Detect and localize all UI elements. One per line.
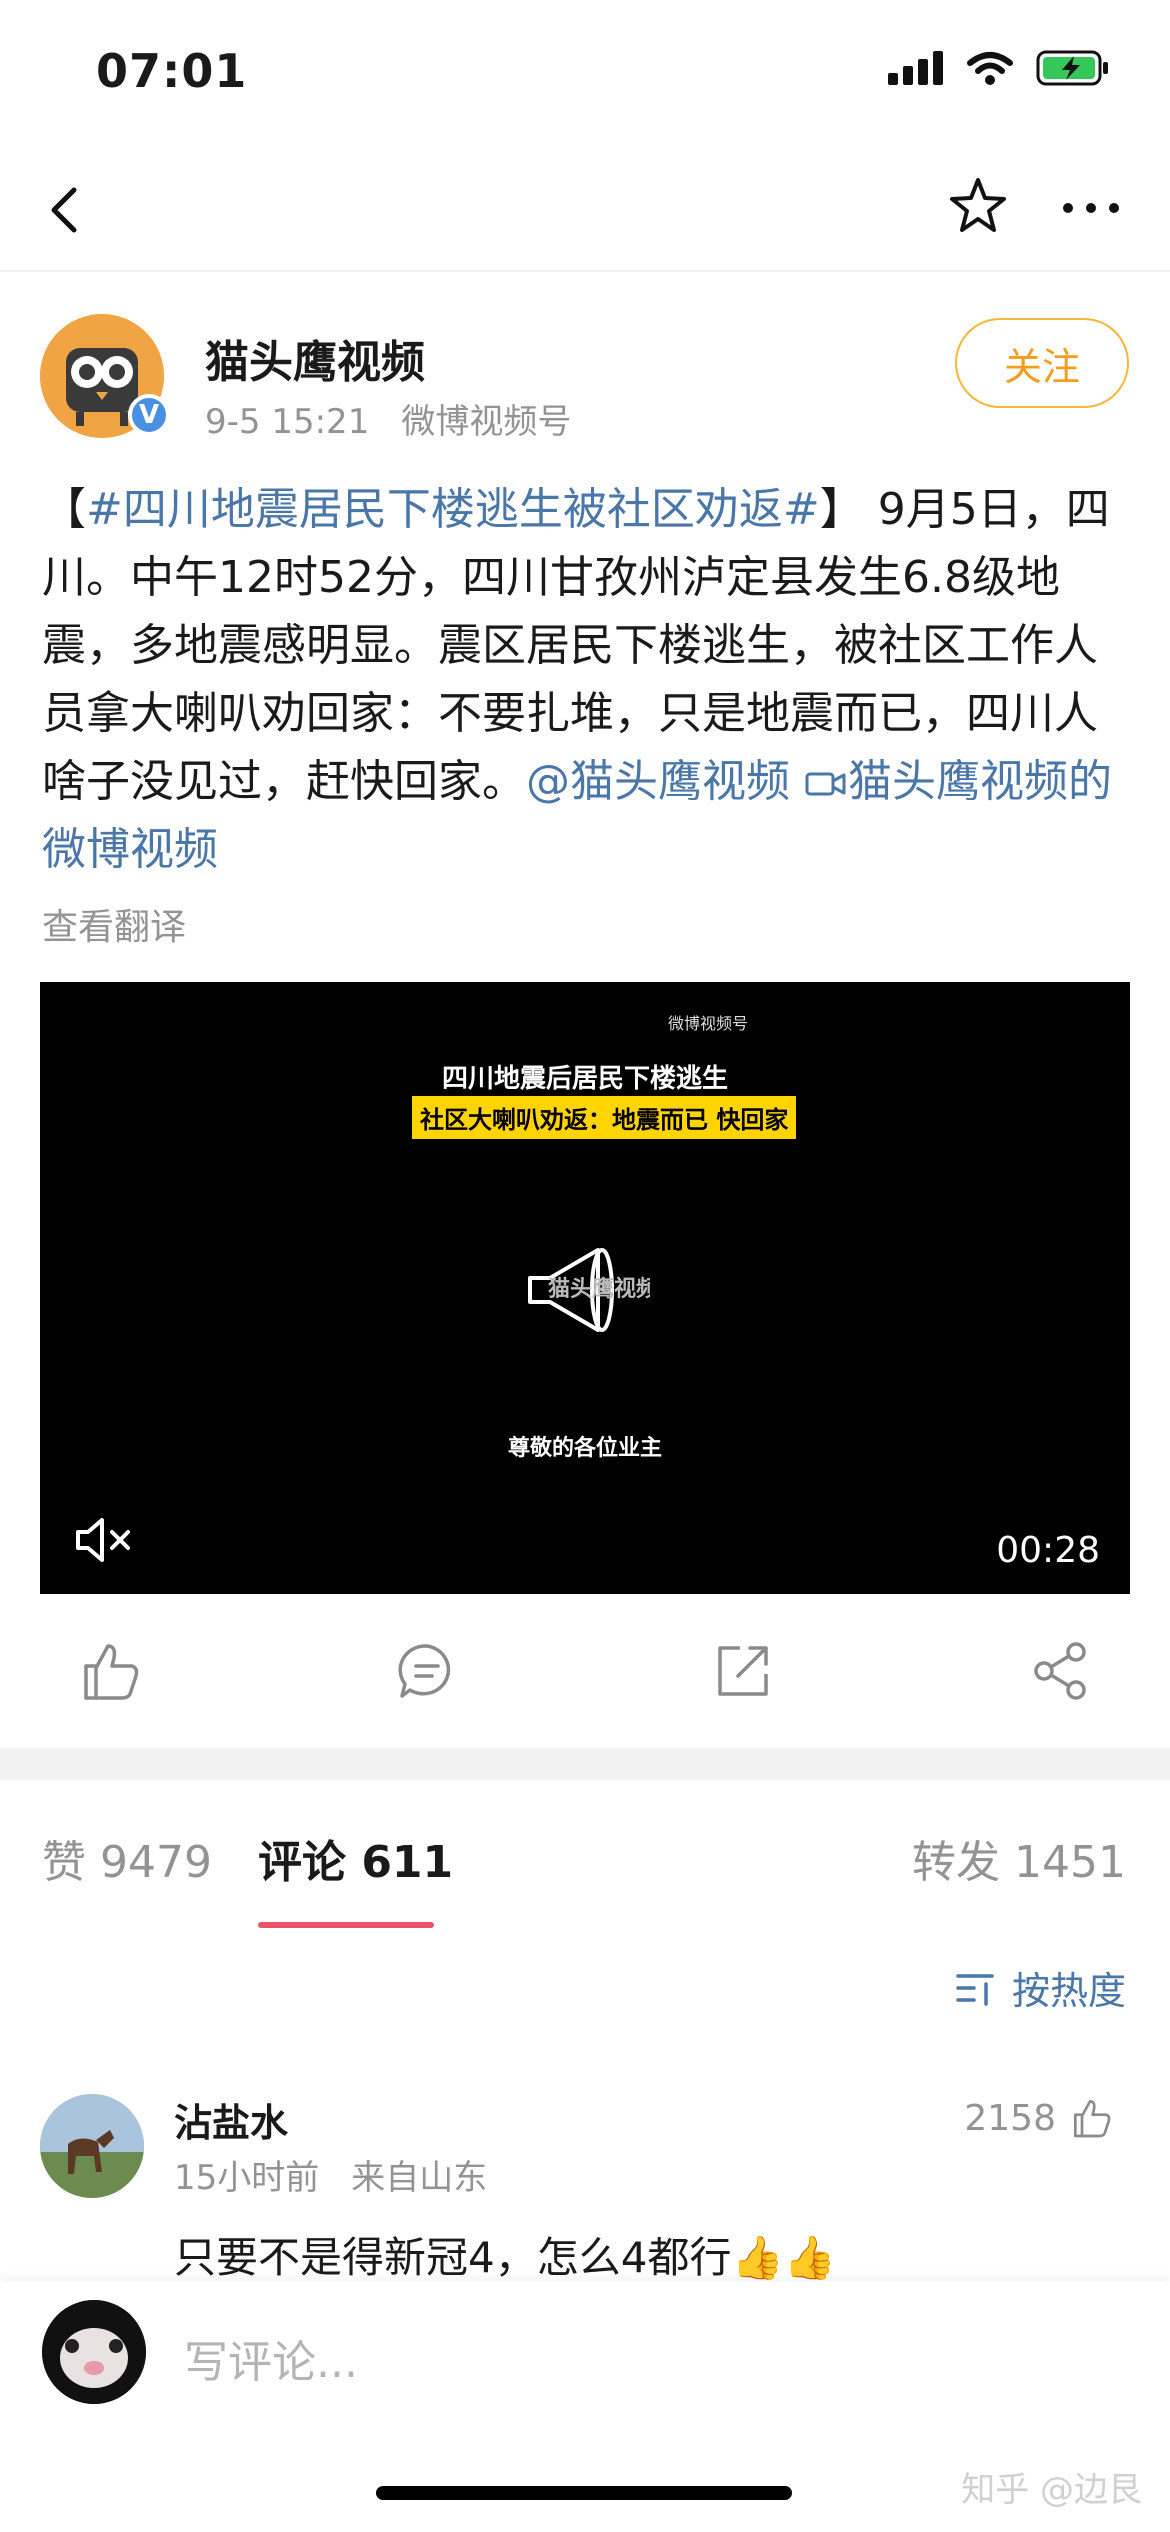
- comment-meta: 15小时前 来自山东: [174, 2150, 519, 2199]
- video-subtitle: 社区大喇叭劝返：地震而已 快回家: [412, 1096, 797, 1139]
- like-icon: [1074, 2100, 1111, 2138]
- tab-comments[interactable]: 评论 611: [258, 1826, 453, 1890]
- share-icon[interactable]: [1028, 1638, 1094, 1704]
- tab-reposts[interactable]: 转发 1451: [912, 1826, 1126, 1890]
- sort-button[interactable]: 按热度: [956, 1960, 1126, 2015]
- horse-landscape-icon: [40, 2094, 144, 2198]
- status-icons: [888, 50, 1110, 86]
- follow-button[interactable]: 关注: [955, 318, 1129, 408]
- commenter-avatar[interactable]: [40, 2094, 144, 2198]
- post-source: 微博视频号: [401, 402, 572, 442]
- video-title: 四川地震后居民下楼逃生: [441, 1064, 728, 1094]
- megaphone-icon: 猫头鹰视频: [528, 1248, 650, 1332]
- video-watermark: 微博视频号: [668, 1014, 749, 1033]
- video-caption: 尊敬的各位业主: [507, 1436, 662, 1461]
- author-name[interactable]: 猫头鹰视频: [205, 326, 425, 390]
- video-camera-icon: [805, 772, 846, 796]
- comment-text: 只要不是得新冠4，怎么4都行👍👍: [174, 2233, 837, 2282]
- post-date: 9-5 15:21: [205, 402, 370, 442]
- status-time: 07:01: [96, 44, 248, 98]
- section-divider: [0, 1748, 1170, 1780]
- mute-icon[interactable]: [74, 1512, 134, 1568]
- verified-badge-icon: V: [128, 394, 170, 436]
- translate-link[interactable]: 查看翻译: [42, 898, 186, 950]
- post-text: 【#四川地震居民下楼逃生被社区劝返#】 9月5日，四川。中午12时52分，四川甘…: [42, 476, 1132, 884]
- back-icon[interactable]: [36, 180, 96, 240]
- video-duration: 00:28: [996, 1530, 1100, 1571]
- bracket-close: 】: [819, 484, 864, 535]
- comment-time: 15小时前: [174, 2158, 320, 2198]
- sort-icon: [956, 1973, 994, 2006]
- tab-likes[interactable]: 赞 9479: [42, 1826, 212, 1890]
- video-player[interactable]: 微博视频号 四川地震后居民下楼逃生 社区大喇叭劝返：地震而已 快回家 猫头鹰视频…: [40, 982, 1130, 1594]
- wifi-icon: [967, 52, 1013, 85]
- comment-like-button[interactable]: 2158: [964, 2096, 1114, 2140]
- sort-label: 按热度: [1011, 1969, 1126, 2013]
- repost-icon[interactable]: [710, 1638, 776, 1704]
- user-avatar[interactable]: [42, 2300, 146, 2404]
- comment-like-count: 2158: [964, 2097, 1056, 2139]
- rabbit-avatar-icon: [42, 2300, 146, 2404]
- home-indicator[interactable]: [376, 2486, 792, 2500]
- comment-location: 来自山东: [351, 2158, 488, 2198]
- comment-input[interactable]: 写评论...: [184, 2326, 358, 2390]
- author-meta: 9-5 15:21 微博视频号: [205, 394, 603, 443]
- active-tab-indicator: [258, 1922, 434, 1928]
- hashtag-link[interactable]: #四川地震居民下楼逃生被社区劝返#: [86, 484, 820, 535]
- comment-icon[interactable]: [394, 1638, 460, 1704]
- more-icon[interactable]: [1056, 178, 1126, 238]
- source-watermark: 知乎 @边艮: [961, 2470, 1142, 2510]
- commenter-name[interactable]: 沾盐水: [174, 2092, 288, 2147]
- video-logo-text: 猫头鹰视频: [548, 1276, 650, 1302]
- star-icon[interactable]: [946, 174, 1010, 238]
- battery-charging-icon: [1036, 50, 1108, 86]
- signal-icon: [888, 51, 943, 85]
- bracket-open: 【: [42, 484, 86, 535]
- nav-bar: [0, 150, 1170, 272]
- mention-link[interactable]: @猫头鹰视频: [526, 756, 790, 807]
- like-icon[interactable]: [78, 1638, 144, 1704]
